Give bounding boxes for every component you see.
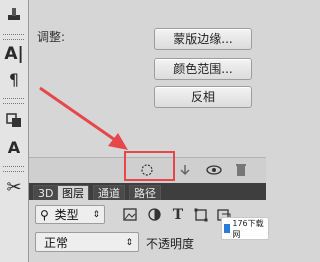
- opacity-label: 不透明度: [146, 237, 195, 251]
- tools-panel: A| ¶ A ✂: [0, 0, 29, 262]
- properties-footer: [29, 157, 266, 183]
- load-selection-icon[interactable]: [138, 162, 156, 178]
- panel-tabbar: 3D 图层 通道 路径: [29, 183, 266, 201]
- brush-icon[interactable]: [2, 2, 26, 26]
- delete-icon[interactable]: [232, 162, 250, 178]
- watermark-text: 176下载网: [232, 218, 264, 239]
- adjustment-filter-icon[interactable]: [145, 205, 163, 224]
- shape-filter-icon[interactable]: [192, 205, 210, 224]
- tab-layers[interactable]: 图层: [57, 185, 89, 201]
- stepper-icon: ⇕: [92, 210, 100, 220]
- stepper-icon: ⇕: [125, 238, 133, 248]
- panel-grip[interactable]: [3, 98, 24, 104]
- paragraph-icon[interactable]: ¶: [2, 68, 26, 92]
- apply-mask-icon[interactable]: [176, 162, 194, 178]
- visibility-icon[interactable]: [205, 162, 223, 178]
- tab-paths[interactable]: 路径: [129, 185, 161, 201]
- panel-grip[interactable]: [3, 34, 24, 40]
- properties-panel: 调整: 蒙版边缘... 颜色范围... 反相: [29, 0, 266, 156]
- mask-edge-button[interactable]: 蒙版边缘...: [154, 28, 252, 50]
- kind-filter-select[interactable]: ⚲ 类型 ⇕: [35, 205, 105, 224]
- image-filter-icon[interactable]: [121, 205, 139, 224]
- text-icon[interactable]: A|: [2, 42, 26, 66]
- blend-mode-select[interactable]: 正常 ⇕: [35, 232, 139, 252]
- adjust-label: 调整:: [37, 30, 66, 44]
- panel-grip[interactable]: [3, 166, 24, 172]
- scissors-icon[interactable]: ✂: [2, 176, 26, 200]
- clone-source-icon[interactable]: [2, 108, 26, 132]
- watermark-logo-icon: [224, 224, 231, 233]
- kind-label: 类型: [54, 208, 79, 222]
- character-style-icon[interactable]: A: [2, 136, 26, 160]
- blend-mode-value: 正常: [44, 236, 69, 250]
- search-icon: ⚲: [40, 208, 49, 222]
- site-watermark: 176下载网: [221, 217, 269, 240]
- tab-channels[interactable]: 通道: [93, 185, 125, 201]
- color-range-button[interactable]: 颜色范围...: [154, 58, 252, 80]
- invert-button[interactable]: 反相: [154, 86, 252, 108]
- type-filter-icon[interactable]: T: [169, 205, 187, 224]
- tab-3d[interactable]: 3D: [33, 185, 59, 201]
